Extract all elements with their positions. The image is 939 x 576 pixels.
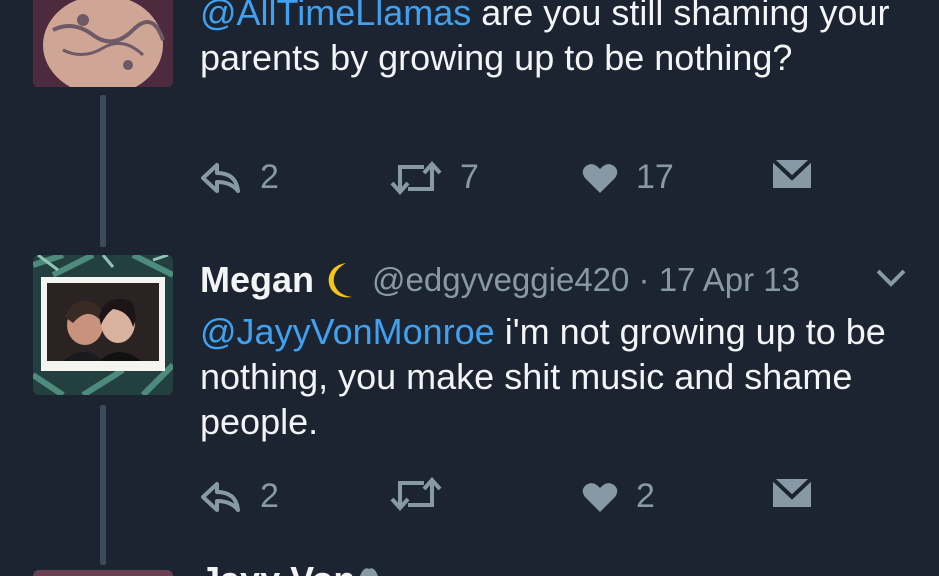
direct-message-button[interactable] [772, 158, 812, 190]
heart-icon [582, 163, 618, 193]
moon-emoji [328, 263, 353, 298]
reply-count: 2 [260, 158, 279, 196]
direct-message-icon [772, 158, 812, 188]
display-name[interactable]: Jayy Von [200, 562, 355, 576]
verified-badge-icon [360, 568, 378, 576]
like-count: 17 [636, 158, 674, 196]
tweet-header: Megan @edgyveggie420 · 17 Apr 13 [200, 258, 800, 302]
tweet-text: @JayyVonMonroe i'm not growing up to be … [200, 309, 910, 444]
direct-message-icon [772, 477, 812, 507]
retweet-icon [390, 477, 442, 511]
reply-icon [201, 162, 240, 193]
tweet-text: @AllTimeLlamas are you still shaming you… [200, 0, 900, 80]
direct-message-button[interactable] [772, 477, 812, 509]
like-count: 2 [636, 477, 655, 515]
thread-line [100, 405, 106, 565]
heart-icon [582, 482, 618, 512]
like-button[interactable]: 17 [582, 158, 674, 197]
avatar-jayyvonmonroe[interactable] [33, 570, 173, 576]
avatar-jayyvonmonroe[interactable] [33, 0, 173, 87]
thread-line [100, 95, 106, 247]
retweet-button[interactable]: 7 [390, 158, 479, 197]
retweet-button[interactable] [390, 477, 460, 511]
display-name[interactable]: Megan [200, 259, 314, 301]
display-name-partial: Jayy Von [200, 562, 355, 576]
tweet-options-button[interactable] [875, 268, 907, 293]
chevron-down-icon [876, 269, 906, 287]
reply-count: 2 [260, 477, 279, 515]
retweet-icon [390, 160, 442, 195]
retweet-count: 7 [460, 158, 479, 196]
mention-link[interactable]: @AllTimeLlamas [200, 0, 471, 33]
like-button[interactable]: 2 [582, 477, 655, 516]
reply-button[interactable]: 2 [200, 158, 279, 197]
mention-link[interactable]: @JayyVonMonroe [200, 311, 495, 352]
reply-icon [201, 481, 240, 512]
avatar-megan[interactable] [33, 255, 173, 395]
handle-and-date[interactable]: @edgyveggie420 · 17 Apr 13 [372, 261, 800, 299]
reply-button[interactable]: 2 [200, 477, 279, 516]
